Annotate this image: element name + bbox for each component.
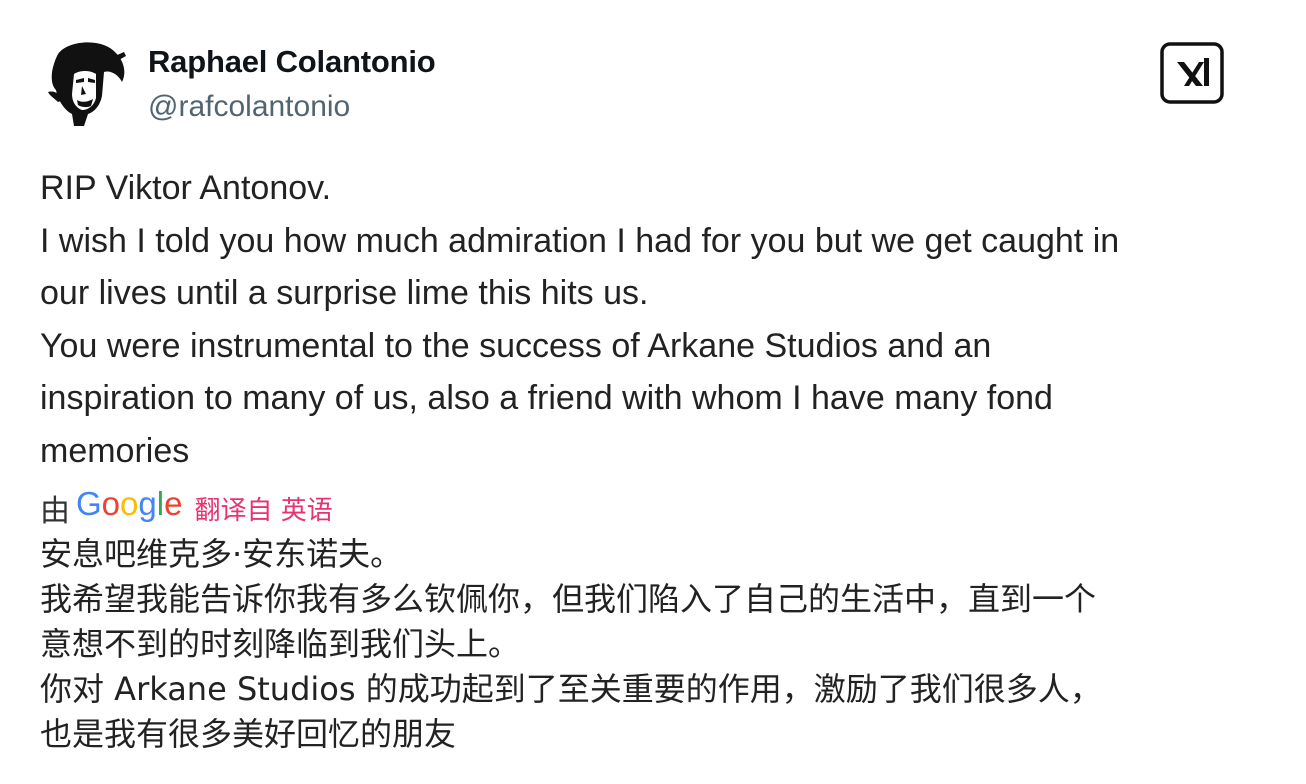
translated-text: 安息吧维克多·安东诺夫。 我希望我能告诉你我有多么钦佩你，但我们陷入了自己的生活… bbox=[40, 532, 1290, 757]
tweet-line: memories bbox=[40, 431, 190, 470]
translated-from-link[interactable]: 翻译自 英语 bbox=[194, 490, 332, 527]
translated-line: 安息吧维克多·安东诺夫。 bbox=[40, 535, 403, 573]
tweet-line: You were instrumental to the success of … bbox=[40, 326, 992, 365]
tweet-text: RIP Viktor Antonov. I wish I told you ho… bbox=[40, 162, 1280, 477]
x-logo-icon[interactable] bbox=[1160, 42, 1224, 104]
author-name[interactable]: Raphael Colantonio bbox=[148, 44, 436, 80]
author-handle[interactable]: @rafcolantonio bbox=[148, 90, 350, 124]
translation-attribution: 由 Google 翻译自 英语 bbox=[40, 485, 333, 530]
tweet-line: our lives until a surprise lime this hit… bbox=[40, 274, 649, 312]
translated-line: 也是我有很多美好回忆的朋友 bbox=[40, 715, 457, 753]
tweet-card: Raphael Colantonio @rafcolantonio RIP Vi… bbox=[0, 0, 1306, 784]
avatar[interactable] bbox=[44, 40, 128, 128]
translated-line: 意想不到的时刻降临到我们头上。 bbox=[40, 625, 521, 663]
translate-by-label: 由 bbox=[40, 494, 70, 529]
avatar-portrait-icon bbox=[48, 42, 126, 126]
tweet-line: RIP Viktor Antonov. bbox=[40, 169, 332, 207]
tweet-line: inspiration to many of us, also a friend… bbox=[40, 379, 1053, 417]
translated-line: 我希望我能告诉你我有多么钦佩你，但我们陷入了自己的生活中，直到一个 bbox=[40, 580, 1097, 618]
tweet-line: I wish I told you how much admiration I … bbox=[40, 221, 1120, 260]
translated-line: 你对 Arkane Studios 的成功起到了至关重要的作用，激励了我们很多人… bbox=[40, 670, 1102, 708]
google-logo: Google bbox=[76, 485, 183, 522]
